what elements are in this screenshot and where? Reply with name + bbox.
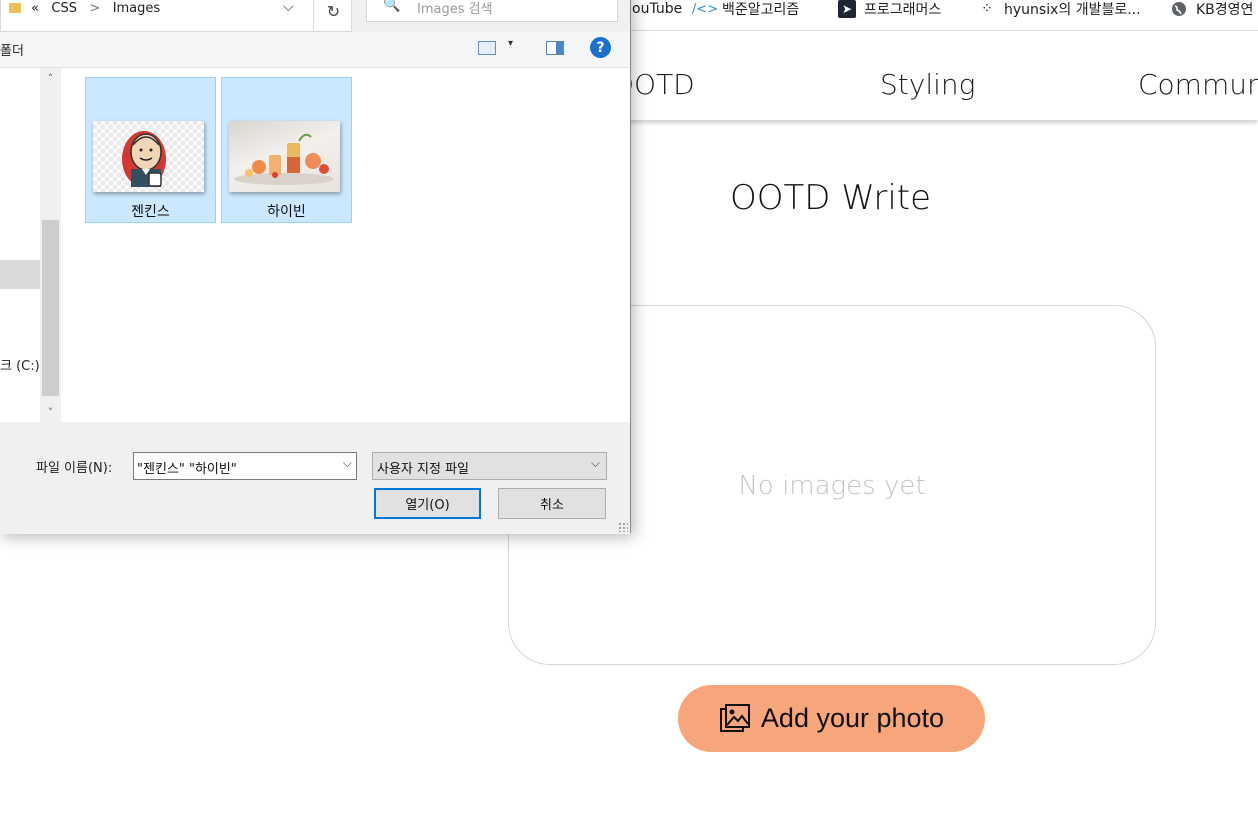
bookmark-blog[interactable]: ⁘ hyunsix의 개발블로... [978,0,1141,18]
path-overflow[interactable]: « [31,1,39,16]
scroll-up-icon[interactable]: ˄ [40,68,61,88]
search-placeholder: Images 검색 [417,2,493,17]
file-list: 젠킨스 하이빈 [62,68,630,422]
navigation-pane: 크 (C:) ˄ ˅ [0,68,62,422]
chevron-down-icon: ⌵ [590,456,600,470]
bookmark-label: ouTube [632,1,683,17]
bookmark-programmers[interactable]: ➤ 프로그래머스 [838,0,941,18]
new-folder-button[interactable]: 폴더 [0,40,24,59]
chevron-down-icon[interactable]: ⌵ [343,456,352,471]
filename-label: 파일 이름(N): [36,461,113,476]
bookmark-label: hyunsix의 개발블로... [1004,2,1141,18]
add-photo-button[interactable]: Add your photo [678,685,985,752]
path-segment-images[interactable]: Images [113,1,161,16]
file-open-dialog: « CSS > Images ⌵ ↻ 🔍 Images 검색 폴더 ▾ ? 크 … [0,0,631,534]
refresh-icon: ↻ [326,2,341,21]
file-name: 하이빈 [267,204,306,220]
path-separator-icon: > [89,1,101,16]
bookmark-baekjoon[interactable]: /<> 백준알고리즘 [691,0,800,19]
filename-value: "젠킨스" "하이빈" [137,462,237,477]
bookmark-label: 프로그래머스 [864,2,942,18]
page-title: OOTD Write [730,178,932,218]
bookmark-label: 백준알고리즘 [722,2,800,18]
folder-icon [9,3,21,13]
chevron-down-icon[interactable]: ⌵ [283,0,294,15]
bookmark-label: KB경영연 [1196,2,1254,18]
file-name: 젠킨스 [131,204,170,220]
search-icon: 🔍 [383,0,401,13]
programmers-icon: ➤ [838,0,856,18]
bookmark-youtube[interactable]: ouTube [632,0,682,18]
blog-icon: ⁘ [981,1,993,17]
refresh-button[interactable]: ↻ [313,0,353,32]
nav-item-styling[interactable]: Styling [880,68,975,101]
open-button[interactable]: 열기(O) [374,488,481,519]
add-photo-label: Add your photo [760,703,945,733]
scrollbar-thumb[interactable] [42,220,59,396]
jenkins-thumbnail [93,121,204,192]
filetype-select[interactable]: 사용자 지정 파일 ⌵ [372,452,607,480]
nav-pane-drive-c[interactable]: 크 (C:) [0,355,40,374]
nav-pane-selected-item[interactable] [0,260,40,289]
nav-pane-scrollbar[interactable]: ˄ ˅ [40,68,61,422]
search-input[interactable]: 🔍 Images 검색 [366,0,618,22]
help-icon[interactable]: ? [590,37,611,58]
address-path: « CSS > Images [31,1,160,16]
file-item-jenkins[interactable]: 젠킨스 [85,77,216,223]
filename-input[interactable]: "젠킨스" "하이빈" ⌵ [133,452,357,480]
scroll-down-icon[interactable]: ˅ [40,402,61,422]
dialog-footer: 파일 이름(N): "젠킨스" "하이빈" ⌵ 사용자 지정 파일 ⌵ 열기(O… [0,422,630,534]
bookmark-kb[interactable]: KB경영연 [1170,0,1253,18]
cancel-button[interactable]: 취소 [498,488,606,519]
file-item-haibin[interactable]: 하이빈 [221,77,352,223]
filetype-value: 사용자 지정 파일 [377,462,469,477]
resize-grip-icon[interactable] [618,522,628,532]
code-icon: /<> [691,1,719,17]
preview-pane-icon[interactable] [546,41,564,55]
drinks-thumbnail [229,121,340,192]
nav-item-community[interactable]: Communi [1138,68,1258,101]
view-icon[interactable] [478,41,496,55]
globe-icon [1170,0,1188,18]
dialog-toolbar: 폴더 ▾ ? [0,32,630,68]
view-dropdown-icon[interactable]: ▾ [508,38,513,49]
image-icon [719,703,750,732]
path-segment-css[interactable]: CSS [51,1,77,16]
address-bar[interactable]: « CSS > Images ⌵ ↻ [0,0,352,32]
